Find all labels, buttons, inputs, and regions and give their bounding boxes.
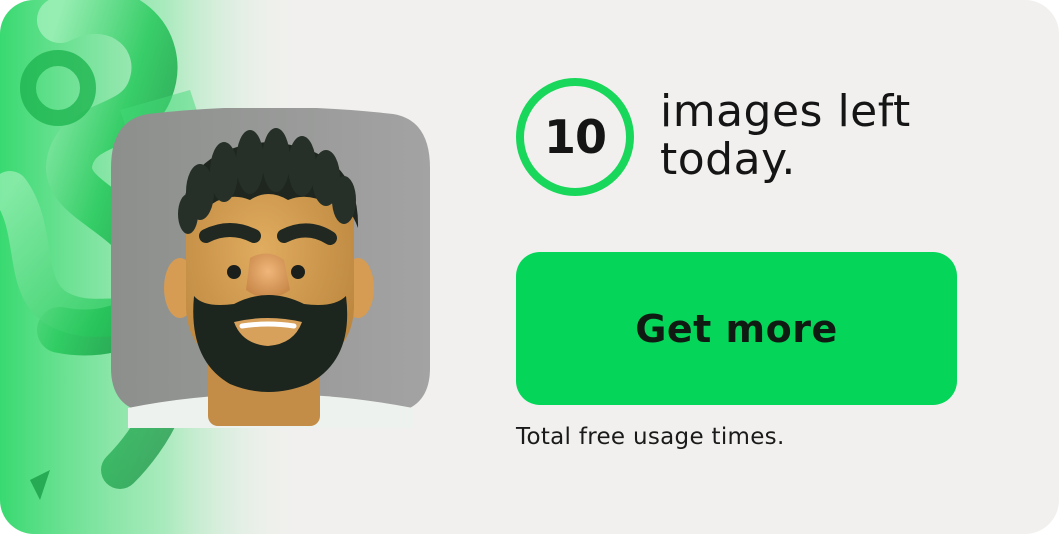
headline-line-1: images left	[660, 86, 911, 137]
remaining-count-badge: 10	[516, 78, 634, 196]
remaining-count: 10	[543, 110, 607, 164]
headline-line-2: today.	[660, 134, 796, 185]
get-more-button[interactable]: Get more	[516, 252, 957, 405]
headline: images left today.	[660, 88, 1020, 184]
avatar	[111, 108, 430, 428]
usage-limit-card: 10 images left today. Get more Total fre…	[0, 0, 1059, 534]
usage-footnote: Total free usage times.	[516, 424, 785, 450]
